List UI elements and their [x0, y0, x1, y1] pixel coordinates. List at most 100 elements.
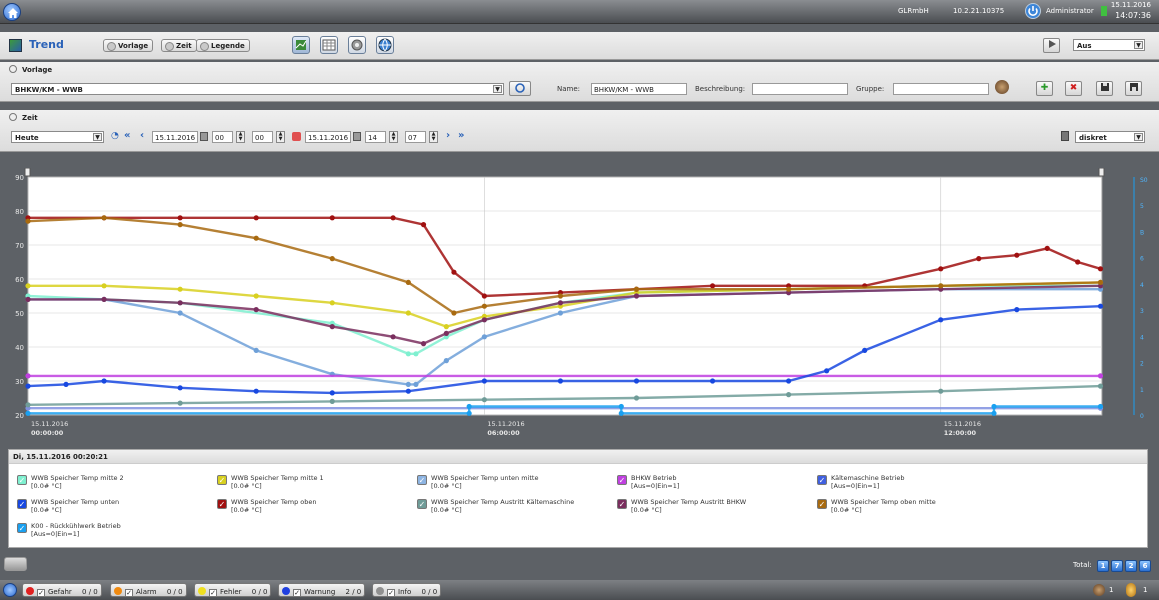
chevron-down-icon: ▼ [1134, 41, 1143, 49]
legend-checkbox[interactable]: ✓ [17, 475, 27, 485]
legend-checkbox[interactable]: ✓ [617, 499, 627, 509]
series-point [443, 330, 449, 336]
legend-checkbox[interactable]: ✓ [817, 499, 827, 509]
home-icon[interactable] [3, 3, 21, 21]
legend-checkbox[interactable]: ✓ [217, 499, 227, 509]
vorlage-button[interactable]: Vorlage [103, 39, 154, 52]
menu-icon[interactable] [3, 583, 17, 597]
from-date-input[interactable]: 15.11.2016 [152, 131, 198, 143]
export-button[interactable] [4, 557, 27, 571]
autoplay-select[interactable]: Aus ▼ [1073, 39, 1145, 51]
chevron-down-icon: ▼ [1134, 133, 1143, 141]
page-button-1[interactable]: 1 [1097, 560, 1109, 572]
to-minute-stepper[interactable]: ▲ ▼ [429, 131, 438, 143]
page-button-3[interactable]: 2 [1125, 560, 1137, 572]
globe-icon[interactable] [376, 36, 394, 54]
power-icon[interactable] [1025, 3, 1041, 19]
status-count: 0 / 0 [82, 588, 98, 596]
legend-checkbox[interactable]: ✓ [617, 475, 627, 485]
name-input[interactable]: BHKW/KM - WWB [591, 83, 687, 95]
series-point [25, 383, 31, 389]
status-dot-icon [26, 587, 34, 595]
legend-series-name: K00 - Rückkühlwerk Betrieb [31, 522, 121, 530]
table-view-icon[interactable] [320, 36, 338, 54]
x-tick-date: 15.11.2016 [944, 420, 981, 428]
status-group-alarm[interactable]: ✓ Alarm 0 / 0 [110, 583, 187, 597]
vorlage-select[interactable]: BHKW/KM - WWB ▼ [11, 83, 504, 95]
page-button-2[interactable]: 7 [1111, 560, 1123, 572]
save-as-button[interactable] [1125, 81, 1142, 96]
from-minute-stepper[interactable]: ▲ ▼ [276, 131, 285, 143]
clock-icon[interactable]: ◔ [111, 131, 119, 141]
legend-checkbox[interactable]: ✓ [817, 475, 827, 485]
status-group-info[interactable]: ✓ Info 0 / 0 [372, 583, 442, 597]
group-input[interactable] [893, 83, 989, 95]
legend-checkbox[interactable]: ✓ [17, 523, 27, 533]
series-point [253, 347, 259, 353]
legend-checkbox[interactable]: ✓ [417, 475, 427, 485]
chart-view-icon[interactable] [292, 36, 310, 54]
save-button[interactable] [1096, 81, 1113, 96]
status-group-gefahr[interactable]: ✓ Gefahr 0 / 0 [22, 583, 102, 597]
status-checkbox[interactable]: ✓ [37, 589, 45, 597]
person-icon[interactable] [1126, 583, 1136, 597]
settings-gear-icon[interactable] [348, 36, 366, 54]
series-point [557, 378, 564, 384]
to-hour-stepper[interactable]: ▲ ▼ [389, 131, 398, 143]
users-icon[interactable] [995, 80, 1009, 94]
series-point [557, 300, 564, 306]
page-title: Trend [29, 38, 64, 51]
from-minute-input[interactable]: 00 [252, 131, 273, 143]
series-point [1097, 279, 1104, 285]
legend-series-unit: [0.0# °C] [431, 482, 462, 490]
series-point [618, 410, 624, 416]
legend-series-name: WWB Speicher Temp Austritt Kältemaschine [431, 498, 575, 506]
trend-header: Trend Vorlage Zeit Legende Aus ▼ [0, 32, 1159, 60]
status-group-warnung[interactable]: ✓ Warnung 2 / 0 [278, 583, 366, 597]
add-button[interactable]: ✚ [1036, 81, 1053, 96]
forward-icon[interactable]: › [446, 130, 450, 141]
play-button[interactable] [1043, 38, 1060, 53]
fast-backward-icon[interactable]: « [124, 130, 130, 141]
range-select[interactable]: Heute ▼ [11, 131, 104, 143]
to-date-input[interactable]: 15.11.2016 [305, 131, 351, 143]
y-tick-label: 80 [15, 208, 24, 216]
legend-checkbox[interactable]: ✓ [417, 499, 427, 509]
series-point [177, 400, 183, 406]
user-name[interactable]: Administrator [1046, 7, 1094, 15]
collapse-icon[interactable] [9, 65, 17, 73]
series-point [633, 378, 640, 384]
from-hour-input[interactable]: 00 [212, 131, 233, 143]
delete-button[interactable]: ✖ [1065, 81, 1082, 96]
backward-icon[interactable]: ‹ [140, 130, 144, 141]
legend-text: K00 - Rückkühlwerk Betrieb [Aus=0|Ein=1] [31, 522, 121, 538]
from-hour-stepper[interactable]: ▲ ▼ [236, 131, 245, 143]
series-point [451, 269, 457, 275]
to-hour-input[interactable]: 14 [365, 131, 386, 143]
legende-button[interactable]: Legende [196, 39, 250, 52]
description-input[interactable] [752, 83, 848, 95]
fast-forward-icon[interactable]: » [458, 130, 464, 141]
to-minute-input[interactable]: 07 [405, 131, 426, 143]
mode-select[interactable]: diskret ▼ [1075, 131, 1145, 143]
status-checkbox[interactable]: ✓ [387, 589, 395, 597]
status-checkbox[interactable]: ✓ [209, 589, 217, 597]
series-point [101, 283, 107, 289]
page-button-4[interactable]: 6 [1139, 560, 1151, 572]
users-online-icon[interactable] [1093, 584, 1105, 596]
calendar-icon[interactable] [200, 132, 208, 141]
status-checkbox[interactable]: ✓ [293, 589, 301, 597]
legend-series-unit: [Aus=0|Ein=1] [31, 530, 80, 538]
trend-chart[interactable]: 908070605040302015.11.201600:00:0015.11.… [0, 167, 1159, 446]
status-checkbox[interactable]: ✓ [125, 589, 133, 597]
calendar-icon[interactable] [353, 132, 361, 141]
refresh-button[interactable] [509, 81, 531, 96]
status-group-fehler[interactable]: ✓ Fehler 0 / 0 [194, 583, 272, 597]
lock-icon[interactable] [292, 132, 301, 141]
series-point [633, 286, 640, 292]
series-point [1097, 373, 1104, 379]
collapse-icon[interactable] [9, 113, 17, 121]
zeit-button[interactable]: Zeit [161, 39, 197, 52]
legend-checkbox[interactable]: ✓ [217, 475, 227, 485]
legend-checkbox[interactable]: ✓ [17, 499, 27, 509]
